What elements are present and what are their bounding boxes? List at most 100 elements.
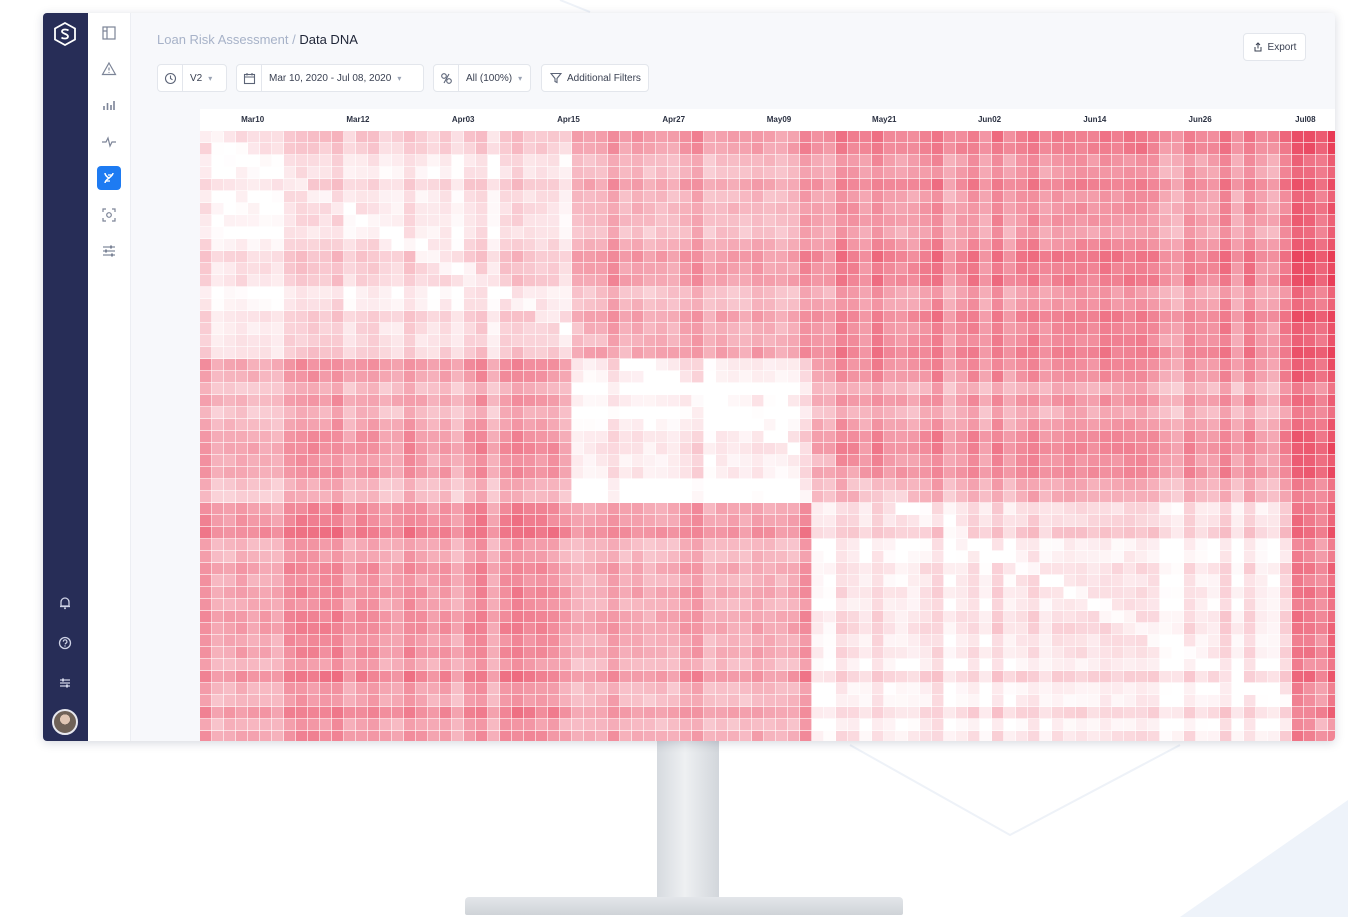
heatmap-cell [1232, 179, 1244, 191]
heatmap-cell [356, 299, 368, 311]
heatmap-cell [1304, 479, 1316, 491]
heatmap-cell [1232, 707, 1244, 719]
breadcrumb-parent-link[interactable]: Loan Risk Assessment [157, 32, 289, 47]
heatmap-cell [1016, 155, 1028, 167]
heatmap-cell [836, 335, 848, 347]
heatmap-cell [572, 239, 584, 251]
sliders-icon[interactable] [97, 239, 121, 263]
heatmap-cell [1208, 707, 1220, 719]
heatmap-cell [1208, 695, 1220, 707]
heatmap-cell [320, 551, 332, 563]
heatmap-cell [464, 227, 476, 239]
dashboard-icon[interactable] [97, 21, 121, 45]
heatmap-cell [488, 515, 500, 527]
heatmap-cell [416, 659, 428, 671]
help-icon[interactable] [55, 633, 75, 653]
heatmap-cell [704, 683, 716, 695]
heatmap-cell [836, 383, 848, 395]
heatmap-cell [1004, 215, 1016, 227]
heatmap-cell [680, 539, 692, 551]
heatmap-cell [956, 191, 968, 203]
heatmap-cell [716, 383, 728, 395]
heatmap-cell [956, 491, 968, 503]
scan-icon[interactable] [97, 203, 121, 227]
heatmap-cell [1064, 143, 1076, 155]
heatmap-cell [1232, 563, 1244, 575]
heatmap-cell [1196, 539, 1208, 551]
heatmap-cell [1028, 635, 1040, 647]
heatmap-cell [1268, 143, 1280, 155]
heatmap-cell [212, 215, 224, 227]
heatmap-cell [1328, 671, 1335, 683]
heatmap-cell [464, 623, 476, 635]
heatmap-cell [1088, 299, 1100, 311]
heatmap-cell [1208, 671, 1220, 683]
heatmap-cell [272, 335, 284, 347]
avatar[interactable] [52, 709, 78, 735]
heatmap-cell [980, 479, 992, 491]
segment-select[interactable]: All (100%) ▾ [433, 64, 531, 92]
heatmap-cell [644, 671, 656, 683]
heatmap-cell [860, 551, 872, 563]
heatmap-cell [476, 419, 488, 431]
heatmap-cell [1124, 599, 1136, 611]
bar-chart-icon[interactable] [97, 93, 121, 117]
heatmap-cell [476, 299, 488, 311]
heatmap-cell [476, 155, 488, 167]
heatmap-cell [896, 647, 908, 659]
heatmap-cell [872, 395, 884, 407]
heatmap-cell [896, 131, 908, 143]
heatmap-cell [980, 455, 992, 467]
heatmap-cell [884, 647, 896, 659]
data-dna-icon[interactable] [97, 166, 121, 190]
heatmap-cell [1052, 431, 1064, 443]
heatmap-cell [248, 131, 260, 143]
heatmap-cell [272, 515, 284, 527]
heatmap-cell [908, 731, 920, 741]
heatmap-cell [872, 431, 884, 443]
heatmap-cell [1268, 167, 1280, 179]
heatmap-cell [404, 287, 416, 299]
heatmap-cell [932, 515, 944, 527]
heatmap-cell [332, 359, 344, 371]
heatmap-cell [620, 323, 632, 335]
heatmap-cell [704, 479, 716, 491]
heatmap-cell [584, 479, 596, 491]
heatmap-cell [1196, 683, 1208, 695]
version-select[interactable]: V2 ▾ [157, 64, 227, 92]
heatmap-cell [1316, 659, 1328, 671]
heatmap-cell [764, 347, 776, 359]
heatmap-cell [1220, 623, 1232, 635]
settings-icon[interactable] [55, 673, 75, 693]
additional-filters-button[interactable]: Additional Filters [541, 64, 649, 92]
heatmap-cell [920, 719, 932, 731]
heatmap-cell [944, 311, 956, 323]
heatmap-cell [1052, 515, 1064, 527]
heatmap-cell [1268, 647, 1280, 659]
heatmap-cell [956, 527, 968, 539]
alert-triangle-icon[interactable] [97, 57, 121, 81]
heatmap-cell [440, 527, 452, 539]
heatmap-cell [884, 335, 896, 347]
heatmap-cell [1148, 599, 1160, 611]
logo-icon[interactable] [52, 21, 78, 47]
bell-icon[interactable] [55, 593, 75, 613]
heatmap-cell [1328, 287, 1335, 299]
heatmap-cell [812, 551, 824, 563]
date-range-picker[interactable]: Mar 10, 2020 - Jul 08, 2020 ▾ [236, 64, 424, 92]
activity-icon[interactable] [97, 130, 121, 154]
heatmap-cell [776, 443, 788, 455]
heatmap-cell [524, 455, 536, 467]
heatmap-cell [488, 299, 500, 311]
heatmap-cell [1004, 659, 1016, 671]
heatmap-cell [1088, 575, 1100, 587]
heatmap-cell [476, 311, 488, 323]
heatmap-cell [572, 395, 584, 407]
heatmap-cell [860, 275, 872, 287]
heatmap-cell [1196, 503, 1208, 515]
heatmap-cell [452, 383, 464, 395]
heatmap-cell [488, 707, 500, 719]
heatmap-cell [536, 287, 548, 299]
export-button[interactable]: Export [1243, 33, 1306, 61]
heatmap-cell [872, 707, 884, 719]
